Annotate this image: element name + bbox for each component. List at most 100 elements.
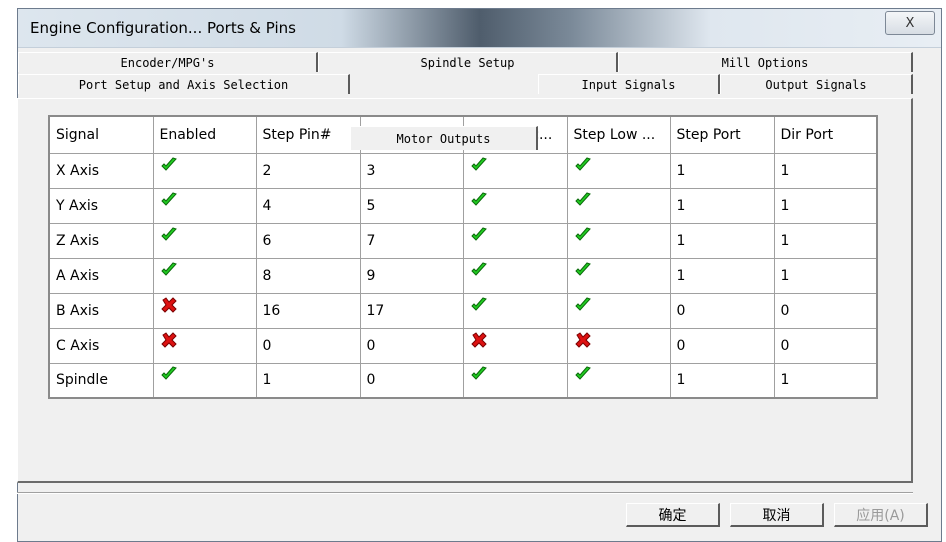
enabled-cell[interactable] bbox=[152, 257, 257, 294]
step-port-cell[interactable]: 1 bbox=[669, 187, 775, 224]
table-row[interactable]: C Axis 0 0 0 0 bbox=[48, 327, 878, 364]
header-signal[interactable]: Signal bbox=[48, 115, 154, 154]
dir-pin-cell[interactable]: 5 bbox=[359, 187, 464, 224]
dir-pin-cell[interactable]: 0 bbox=[359, 327, 464, 364]
step-pin-cell[interactable]: 16 bbox=[255, 292, 361, 329]
tab-spindle-setup[interactable]: Spindle Setup bbox=[318, 52, 618, 72]
table-row[interactable]: B Axis 16 17 0 0 bbox=[48, 292, 878, 329]
green-check-icon bbox=[470, 366, 487, 380]
green-check-icon bbox=[574, 261, 591, 276]
signal-cell[interactable]: Spindle bbox=[48, 362, 154, 399]
green-check-icon bbox=[470, 296, 487, 311]
step-low-active-cell[interactable] bbox=[566, 187, 671, 224]
dir-port-cell[interactable]: 1 bbox=[773, 222, 878, 259]
dir-pin-cell[interactable]: 7 bbox=[359, 222, 464, 259]
table-row[interactable]: Spindle 1 0 1 1 bbox=[48, 362, 878, 399]
enabled-cell[interactable] bbox=[152, 292, 257, 329]
enabled-cell[interactable] bbox=[152, 187, 257, 224]
enabled-cell[interactable] bbox=[152, 152, 257, 189]
enabled-cell[interactable] bbox=[152, 362, 257, 399]
motor-outputs-table: Signal Enabled Step Pin# Dir Pin# Dir Lo… bbox=[48, 115, 878, 399]
dir-low-active-cell[interactable] bbox=[462, 222, 568, 259]
step-port-cell[interactable]: 0 bbox=[669, 327, 775, 364]
dir-port-cell[interactable]: 1 bbox=[773, 152, 878, 189]
dir-pin-cell[interactable]: 0 bbox=[359, 362, 464, 399]
header-enabled[interactable]: Enabled bbox=[152, 115, 257, 154]
dir-port-cell[interactable]: 1 bbox=[773, 362, 878, 399]
signal-cell[interactable]: B Axis bbox=[48, 292, 154, 329]
green-check-icon bbox=[574, 296, 591, 311]
tab-encoder-mpg[interactable]: Encoder/MPG's bbox=[18, 52, 318, 72]
green-check-icon bbox=[470, 156, 487, 171]
tab-port-setup[interactable]: Port Setup and Axis Selection bbox=[18, 74, 350, 94]
green-check-icon bbox=[160, 261, 177, 276]
cancel-button[interactable]: 取消 bbox=[730, 503, 824, 527]
title-bar[interactable]: Engine Configuration... Ports & Pins X bbox=[18, 9, 941, 48]
tab-motor-outputs[interactable]: Motor Outputs bbox=[350, 126, 538, 150]
green-check-icon bbox=[574, 156, 591, 171]
header-step-port[interactable]: Step Port bbox=[669, 115, 775, 154]
header-step-low-active[interactable]: Step Low ... bbox=[566, 115, 671, 154]
green-check-icon bbox=[574, 191, 591, 206]
step-port-cell[interactable]: 1 bbox=[669, 152, 775, 189]
green-check-icon bbox=[470, 226, 487, 241]
red-cross-icon bbox=[160, 331, 177, 348]
apply-button: 应用(A) bbox=[834, 503, 928, 527]
table-row[interactable]: X Axis 2 3 1 1 bbox=[48, 152, 878, 189]
dir-port-cell[interactable]: 1 bbox=[773, 257, 878, 294]
close-button[interactable]: X bbox=[885, 11, 935, 35]
ok-button[interactable]: 确定 bbox=[626, 503, 720, 527]
dir-low-active-cell[interactable] bbox=[462, 362, 568, 399]
signal-cell[interactable]: C Axis bbox=[48, 327, 154, 364]
enabled-cell[interactable] bbox=[152, 222, 257, 259]
step-low-active-cell[interactable] bbox=[566, 222, 671, 259]
green-check-icon bbox=[160, 226, 177, 241]
step-pin-cell[interactable]: 4 bbox=[255, 187, 361, 224]
step-low-active-cell[interactable] bbox=[566, 152, 671, 189]
header-dir-port[interactable]: Dir Port bbox=[773, 115, 878, 154]
signal-cell[interactable]: X Axis bbox=[48, 152, 154, 189]
step-low-active-cell[interactable] bbox=[566, 362, 671, 399]
step-port-cell[interactable]: 1 bbox=[669, 222, 775, 259]
tab-output-signals[interactable]: Output Signals bbox=[720, 74, 913, 94]
table-row[interactable]: A Axis 8 9 1 1 bbox=[48, 257, 878, 294]
step-port-cell[interactable]: 1 bbox=[669, 257, 775, 294]
tab-mill-options[interactable]: Mill Options bbox=[618, 52, 913, 72]
dir-low-active-cell[interactable] bbox=[462, 187, 568, 224]
signal-cell[interactable]: A Axis bbox=[48, 257, 154, 294]
dir-low-active-cell[interactable] bbox=[462, 257, 568, 294]
dir-pin-cell[interactable]: 3 bbox=[359, 152, 464, 189]
red-cross-icon bbox=[470, 331, 487, 348]
dir-low-active-cell[interactable] bbox=[462, 152, 568, 189]
tab-strip: Encoder/MPG's Spindle Setup Mill Options… bbox=[18, 52, 913, 150]
step-low-active-cell[interactable] bbox=[566, 292, 671, 329]
step-port-cell[interactable]: 0 bbox=[669, 292, 775, 329]
step-pin-cell[interactable]: 8 bbox=[255, 257, 361, 294]
table-row[interactable]: Y Axis 4 5 1 1 bbox=[48, 187, 878, 224]
green-check-icon bbox=[160, 156, 177, 171]
enabled-cell[interactable] bbox=[152, 327, 257, 364]
step-pin-cell[interactable]: 1 bbox=[255, 362, 361, 399]
table-row[interactable]: Z Axis 6 7 1 1 bbox=[48, 222, 878, 259]
step-port-cell[interactable]: 1 bbox=[669, 362, 775, 399]
green-check-icon bbox=[160, 191, 177, 206]
step-pin-cell[interactable]: 2 bbox=[255, 152, 361, 189]
step-pin-cell[interactable]: 6 bbox=[255, 222, 361, 259]
close-icon: X bbox=[905, 15, 915, 31]
dir-port-cell[interactable]: 0 bbox=[773, 292, 878, 329]
window-title: Engine Configuration... Ports & Pins bbox=[30, 19, 296, 37]
header-step-pin[interactable]: Step Pin# bbox=[255, 115, 361, 154]
step-low-active-cell[interactable] bbox=[566, 257, 671, 294]
dir-low-active-cell[interactable] bbox=[462, 327, 568, 364]
green-check-icon bbox=[160, 366, 177, 380]
signal-cell[interactable]: Y Axis bbox=[48, 187, 154, 224]
signal-cell[interactable]: Z Axis bbox=[48, 222, 154, 259]
dir-low-active-cell[interactable] bbox=[462, 292, 568, 329]
tab-input-signals[interactable]: Input Signals bbox=[538, 74, 720, 94]
step-low-active-cell[interactable] bbox=[566, 327, 671, 364]
dir-pin-cell[interactable]: 9 bbox=[359, 257, 464, 294]
step-pin-cell[interactable]: 0 bbox=[255, 327, 361, 364]
dir-port-cell[interactable]: 0 bbox=[773, 327, 878, 364]
dir-pin-cell[interactable]: 17 bbox=[359, 292, 464, 329]
dir-port-cell[interactable]: 1 bbox=[773, 187, 878, 224]
